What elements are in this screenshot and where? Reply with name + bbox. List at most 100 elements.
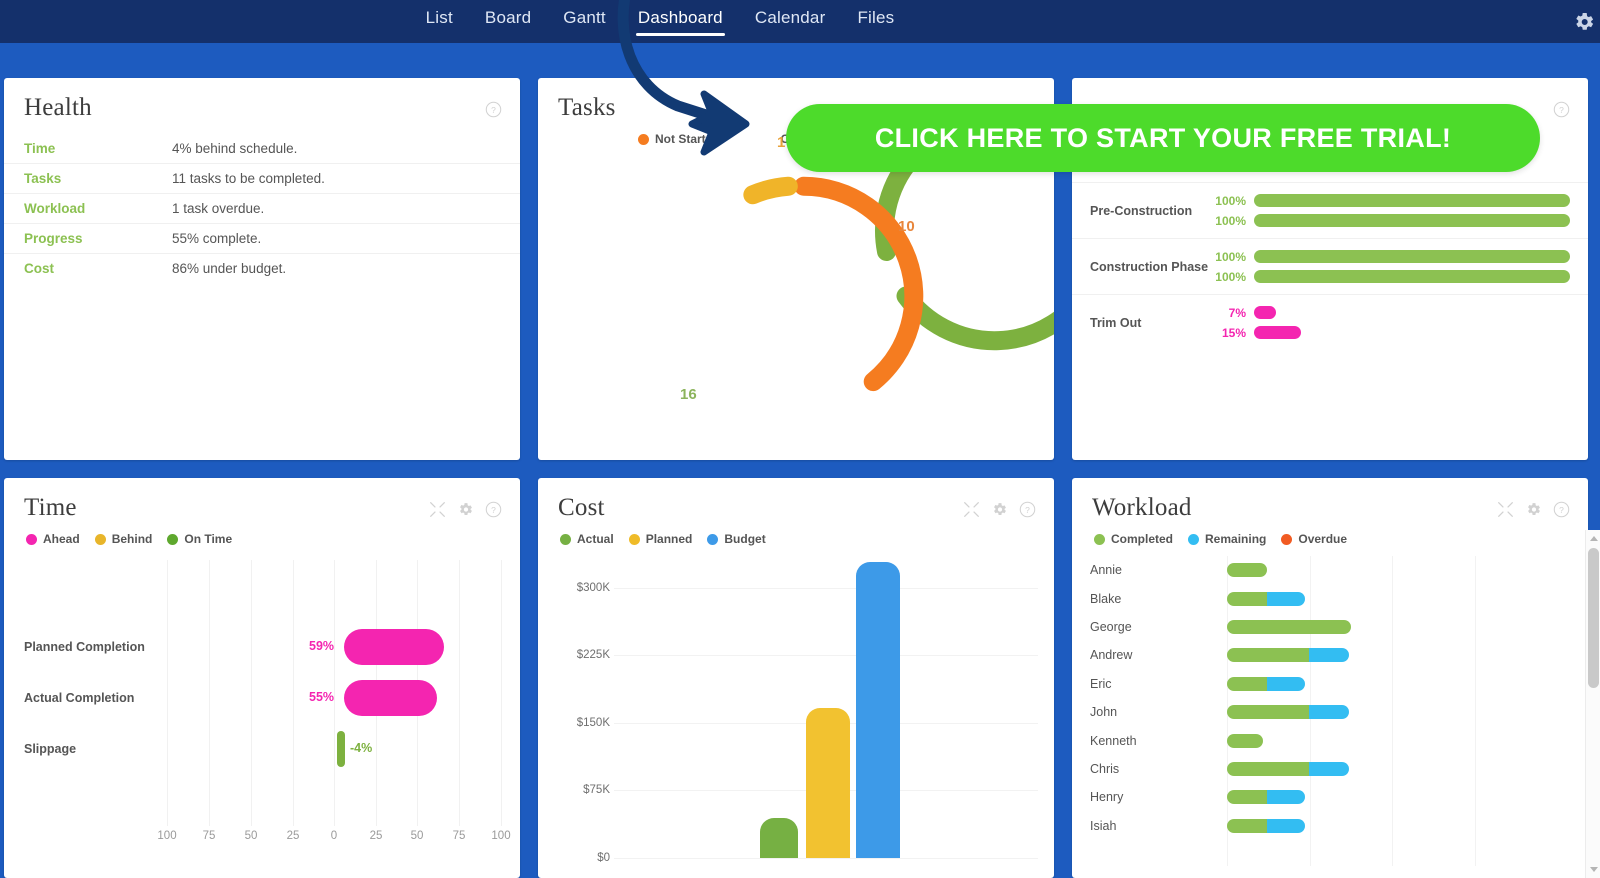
gear-icon[interactable]: [991, 501, 1008, 518]
expand-icon[interactable]: [963, 501, 980, 518]
phase-row-pre-construction: Pre-Construction 100% 100%: [1072, 182, 1588, 238]
time-x-axis: 100 75 50 25 0 25 50 75 100: [24, 830, 510, 854]
workload-row-john: John: [1072, 698, 1588, 726]
legend-item-planned[interactable]: Planned: [628, 532, 692, 546]
legend-item-overdue[interactable]: Overdue: [1281, 532, 1347, 546]
workload-row-henry: Henry: [1072, 783, 1588, 811]
legend-item-on-time[interactable]: On Time: [167, 532, 232, 546]
health-value: 55% complete.: [172, 231, 262, 246]
nav-item-calendar[interactable]: Calendar: [753, 6, 828, 38]
donut-value-in-progress: 1: [777, 134, 786, 151]
workload-name: Henry: [1090, 790, 1124, 805]
workload-name: John: [1090, 705, 1118, 720]
health-row: Progress 55% complete.: [4, 223, 520, 253]
card-health: Health ? Time 4% behind schedule. Tasks …: [4, 78, 520, 460]
nav-item-gantt[interactable]: Gantt: [561, 6, 608, 38]
gear-icon[interactable]: [1525, 501, 1542, 518]
page-title-health: Health: [24, 94, 92, 121]
workload-row-george: George: [1072, 613, 1588, 641]
phase-percent: 100%: [1215, 269, 1246, 284]
workload-seg-remaining: [1309, 705, 1349, 720]
svg-text:?: ?: [491, 105, 496, 115]
help-icon[interactable]: ?: [1553, 101, 1570, 118]
workload-scrollbar[interactable]: [1585, 530, 1600, 878]
phase-bar: [1254, 214, 1570, 227]
health-value: 11 tasks to be completed.: [172, 171, 325, 186]
cost-bar-planned: [806, 708, 850, 858]
time-row-slippage: Slippage -4%: [24, 724, 502, 774]
workload-bars: [1210, 563, 1588, 578]
nav-items: List Board Gantt Dashboard Calendar File…: [424, 6, 897, 38]
gear-icon[interactable]: [1572, 10, 1596, 34]
nav-item-files[interactable]: Files: [855, 6, 896, 38]
nav-item-list[interactable]: List: [424, 6, 455, 38]
legend-dot-actual: [560, 533, 571, 545]
cost-bar-actual: [760, 818, 798, 858]
workload-name: Annie: [1090, 563, 1122, 578]
time-category-label: Planned Completion: [24, 640, 145, 654]
health-key: Time: [24, 141, 56, 156]
workload-bars: [1210, 676, 1588, 691]
phases-header-icons: ?: [1553, 94, 1570, 118]
workload-bars: [1210, 761, 1588, 776]
axis-tick: 100: [491, 830, 511, 842]
donut-svg: [743, 111, 1054, 392]
time-chart: Planned Completion 59% Actual Completion…: [4, 560, 520, 860]
help-icon[interactable]: ?: [1553, 501, 1570, 518]
gear-icon[interactable]: [457, 501, 474, 518]
scrollbar-thumb[interactable]: [1588, 548, 1599, 688]
card-workload: Workload ? Completed Remaining Overdue A…: [1072, 478, 1588, 878]
legend-dot-planned: [628, 533, 640, 545]
health-header-icons: ?: [485, 94, 502, 118]
phase-bars: 7% 15%: [1212, 306, 1578, 340]
help-icon[interactable]: ?: [485, 101, 502, 118]
legend-dot-overdue: [1281, 533, 1293, 545]
workload-bars: [1210, 591, 1588, 606]
time-row-planned: Planned Completion 59%: [24, 622, 502, 672]
scroll-down-icon[interactable]: [1590, 867, 1598, 872]
phase-bar-line: 15%: [1212, 326, 1578, 340]
health-key: Workload: [24, 201, 86, 216]
time-bar-planned: [344, 629, 444, 665]
phase-percent: 15%: [1221, 325, 1246, 340]
health-value: 86% under budget.: [172, 261, 287, 276]
workload-legend: Completed Remaining Overdue: [1072, 522, 1588, 546]
svg-text:?: ?: [491, 505, 496, 515]
workload-seg-completed: [1227, 591, 1267, 606]
workload-row-chris: Chris: [1072, 755, 1588, 783]
nav-item-dashboard[interactable]: Dashboard: [635, 6, 725, 38]
workload-seg-completed: [1227, 733, 1263, 748]
legend-item-actual[interactable]: Actual: [560, 532, 614, 546]
expand-icon[interactable]: [1497, 501, 1514, 518]
health-value: 1 task overdue.: [172, 201, 265, 216]
workload-name: George: [1090, 619, 1132, 634]
cost-header-icons: ?: [963, 494, 1036, 518]
phase-row-trim-out: Trim Out 7% 15%: [1072, 294, 1588, 350]
help-icon[interactable]: ?: [1019, 501, 1036, 518]
legend-dot-not-started: [638, 133, 649, 145]
nav-item-board[interactable]: Board: [483, 6, 533, 38]
time-bar-slippage: [337, 731, 345, 767]
legend-item-completed[interactable]: Completed: [1094, 532, 1173, 546]
workload-row-blake: Blake: [1072, 584, 1588, 612]
workload-seg-completed: [1227, 619, 1351, 634]
health-key: Tasks: [24, 171, 62, 186]
legend-item-remaining[interactable]: Remaining: [1188, 532, 1266, 546]
legend-item-not-started[interactable]: Not Started: [638, 132, 720, 146]
legend-item-behind[interactable]: Behind: [94, 532, 152, 546]
workload-seg-remaining: [1309, 648, 1349, 663]
help-icon[interactable]: ?: [485, 501, 502, 518]
legend-item-budget[interactable]: Budget: [707, 532, 766, 546]
cost-header: Cost ?: [538, 478, 1054, 522]
workload-row-annie: Annie: [1072, 556, 1588, 584]
cta-free-trial-button[interactable]: CLICK HERE TO START YOUR FREE TRIAL!: [786, 104, 1540, 172]
phase-bar-line: 100%: [1212, 270, 1578, 284]
workload-seg-remaining: [1309, 761, 1349, 776]
scroll-up-icon[interactable]: [1590, 536, 1598, 541]
expand-icon[interactable]: [429, 501, 446, 518]
legend-dot-behind: [94, 533, 106, 545]
health-header: Health ?: [4, 78, 520, 122]
legend-item-ahead[interactable]: Ahead: [26, 532, 80, 546]
svg-text:?: ?: [1559, 105, 1564, 115]
phase-bar: [1254, 306, 1276, 319]
